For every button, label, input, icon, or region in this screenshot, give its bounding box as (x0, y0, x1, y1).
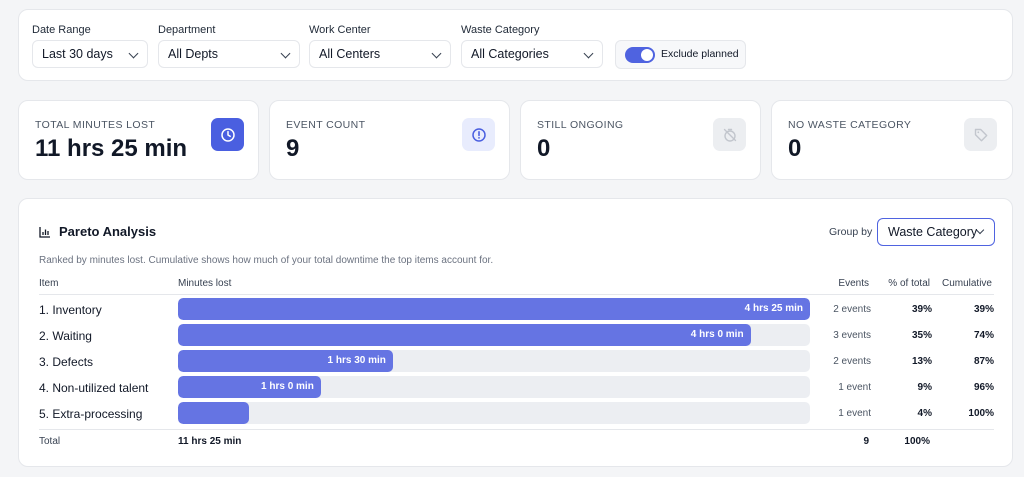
stat-value: 9 (286, 135, 300, 162)
table-row[interactable]: 2. Waiting 4 hrs 0 min 3 events 35% 74% (19, 324, 1014, 348)
row-cumulative: 74% (973, 330, 994, 341)
bar-fill: 4 hrs 0 min (178, 324, 751, 346)
row-item: 2. Waiting (39, 329, 92, 343)
date-range-select[interactable]: Last 30 days (32, 40, 148, 68)
bar-fill: 1 hrs 0 min (178, 376, 321, 398)
tag-icon (964, 118, 997, 151)
date-range-label: Date Range (32, 24, 91, 36)
stat-card-event-count: EVENT COUNT 9 (269, 100, 510, 180)
stat-card-total-minutes: TOTAL MINUTES LOST 11 hrs 25 min (18, 100, 259, 180)
column-header-item: Item (39, 278, 59, 289)
chevron-down-icon (583, 48, 594, 59)
chevron-down-icon (431, 48, 442, 59)
row-cumulative: 96% (973, 382, 994, 393)
table-row[interactable]: 4. Non-utilized talent 1 hrs 0 min 1 eve… (19, 376, 1014, 400)
row-pct: 13% (911, 356, 932, 367)
row-item: 5. Extra-processing (39, 407, 143, 421)
alert-circle-icon (462, 118, 495, 151)
group-by-select[interactable]: Waste Category (877, 218, 995, 246)
bar-fill (178, 402, 250, 424)
row-pct: 39% (911, 304, 932, 315)
row-events: 2 events (833, 356, 871, 367)
row-pct: 9% (917, 382, 932, 393)
bar-track: 1 hrs 0 min (178, 376, 810, 398)
filters-panel: Date Range Last 30 days Department All D… (18, 9, 1013, 81)
bar-chart-icon (39, 225, 51, 243)
total-pct: 100% (904, 436, 930, 447)
bar-fill: 4 hrs 25 min (178, 298, 810, 320)
row-pct: 35% (911, 330, 932, 341)
bar-track: 4 hrs 0 min (178, 324, 810, 346)
department-select[interactable]: All Depts (158, 40, 300, 68)
total-label: Total (39, 436, 61, 447)
stat-value: 11 hrs 25 min (35, 135, 188, 162)
header-divider (39, 294, 994, 295)
bar-value-label: 1 hrs 0 min (261, 381, 314, 392)
bar-value-label: 4 hrs 0 min (690, 329, 744, 340)
exclude-planned-toggle[interactable] (625, 47, 655, 63)
waste-category-filter: Waste Category All Categories (461, 24, 603, 68)
chevron-down-icon (128, 48, 139, 59)
waste-category-value: All Categories (471, 47, 549, 61)
row-item: 3. Defects (39, 355, 94, 369)
bar-fill: 1 hrs 30 min (178, 350, 393, 372)
column-header-minutes: Minutes lost (178, 278, 232, 289)
stat-label: TOTAL MINUTES LOST (35, 119, 156, 131)
date-range-value: Last 30 days (42, 47, 113, 61)
toggle-knob (641, 49, 653, 61)
department-filter: Department All Depts (158, 24, 300, 68)
stat-value: 0 (537, 135, 551, 162)
bar-track: 1 hrs 30 min (178, 350, 810, 372)
total-events: 9 (863, 436, 869, 447)
department-value: All Depts (168, 47, 219, 61)
work-center-label: Work Center (309, 24, 371, 36)
bar-value-label: 1 hrs 30 min (327, 355, 386, 366)
work-center-filter: Work Center All Centers (309, 24, 451, 68)
group-by-value: Waste Category (888, 225, 978, 239)
row-events: 1 event (838, 382, 871, 393)
column-header-cumulative: Cumulative (941, 278, 992, 289)
row-item: 1. Inventory (39, 303, 102, 317)
bar-value-label: 4 hrs 25 min (744, 303, 803, 314)
pareto-title: Pareto Analysis (59, 224, 157, 239)
work-center-value: All Centers (319, 47, 381, 61)
department-label: Department (158, 24, 216, 36)
stat-card-no-waste-category: NO WASTE CATEGORY 0 (771, 100, 1013, 180)
stat-label: EVENT COUNT (286, 119, 366, 131)
exclude-planned-label: Exclude planned (661, 48, 739, 60)
row-events: 1 event (838, 408, 871, 419)
row-events: 3 events (833, 330, 871, 341)
exclude-planned-control[interactable]: Exclude planned (615, 40, 746, 69)
bar-track: 4 hrs 25 min (178, 298, 810, 320)
row-pct: 4% (917, 408, 932, 419)
waste-category-label: Waste Category (461, 24, 540, 36)
stat-value: 0 (788, 135, 802, 162)
column-header-events: Events (838, 278, 869, 289)
table-row[interactable]: 5. Extra-processing 1 event 4% 100% (19, 402, 1014, 426)
pareto-description: Ranked by minutes lost. Cumulative shows… (39, 255, 494, 266)
row-cumulative: 87% (973, 356, 994, 367)
row-item: 4. Non-utilized talent (39, 381, 149, 395)
row-cumulative: 100% (968, 408, 994, 419)
stat-card-still-ongoing: STILL ONGOING 0 (520, 100, 761, 180)
total-minutes: 11 hrs 25 min (178, 436, 242, 447)
row-events: 2 events (833, 304, 871, 315)
table-row[interactable]: 3. Defects 1 hrs 30 min 2 events 13% 87% (19, 350, 1014, 374)
work-center-select[interactable]: All Centers (309, 40, 451, 68)
row-cumulative: 39% (973, 304, 994, 315)
table-row[interactable]: 1. Inventory 4 hrs 25 min 2 events 39% 3… (19, 298, 1014, 322)
stat-label: STILL ONGOING (537, 119, 624, 131)
clock-icon (211, 118, 244, 151)
stat-label: NO WASTE CATEGORY (788, 119, 912, 131)
column-header-pct: % of total (888, 278, 930, 289)
date-range-filter: Date Range Last 30 days (32, 24, 148, 68)
waste-category-select[interactable]: All Categories (461, 40, 603, 68)
timer-off-icon (713, 118, 746, 151)
total-divider (39, 429, 994, 430)
group-by-label: Group by (829, 226, 873, 238)
bar-track (178, 402, 810, 424)
pareto-analysis-panel: Pareto Analysis Group by Waste Category … (18, 198, 1013, 467)
chevron-down-icon (280, 48, 291, 59)
